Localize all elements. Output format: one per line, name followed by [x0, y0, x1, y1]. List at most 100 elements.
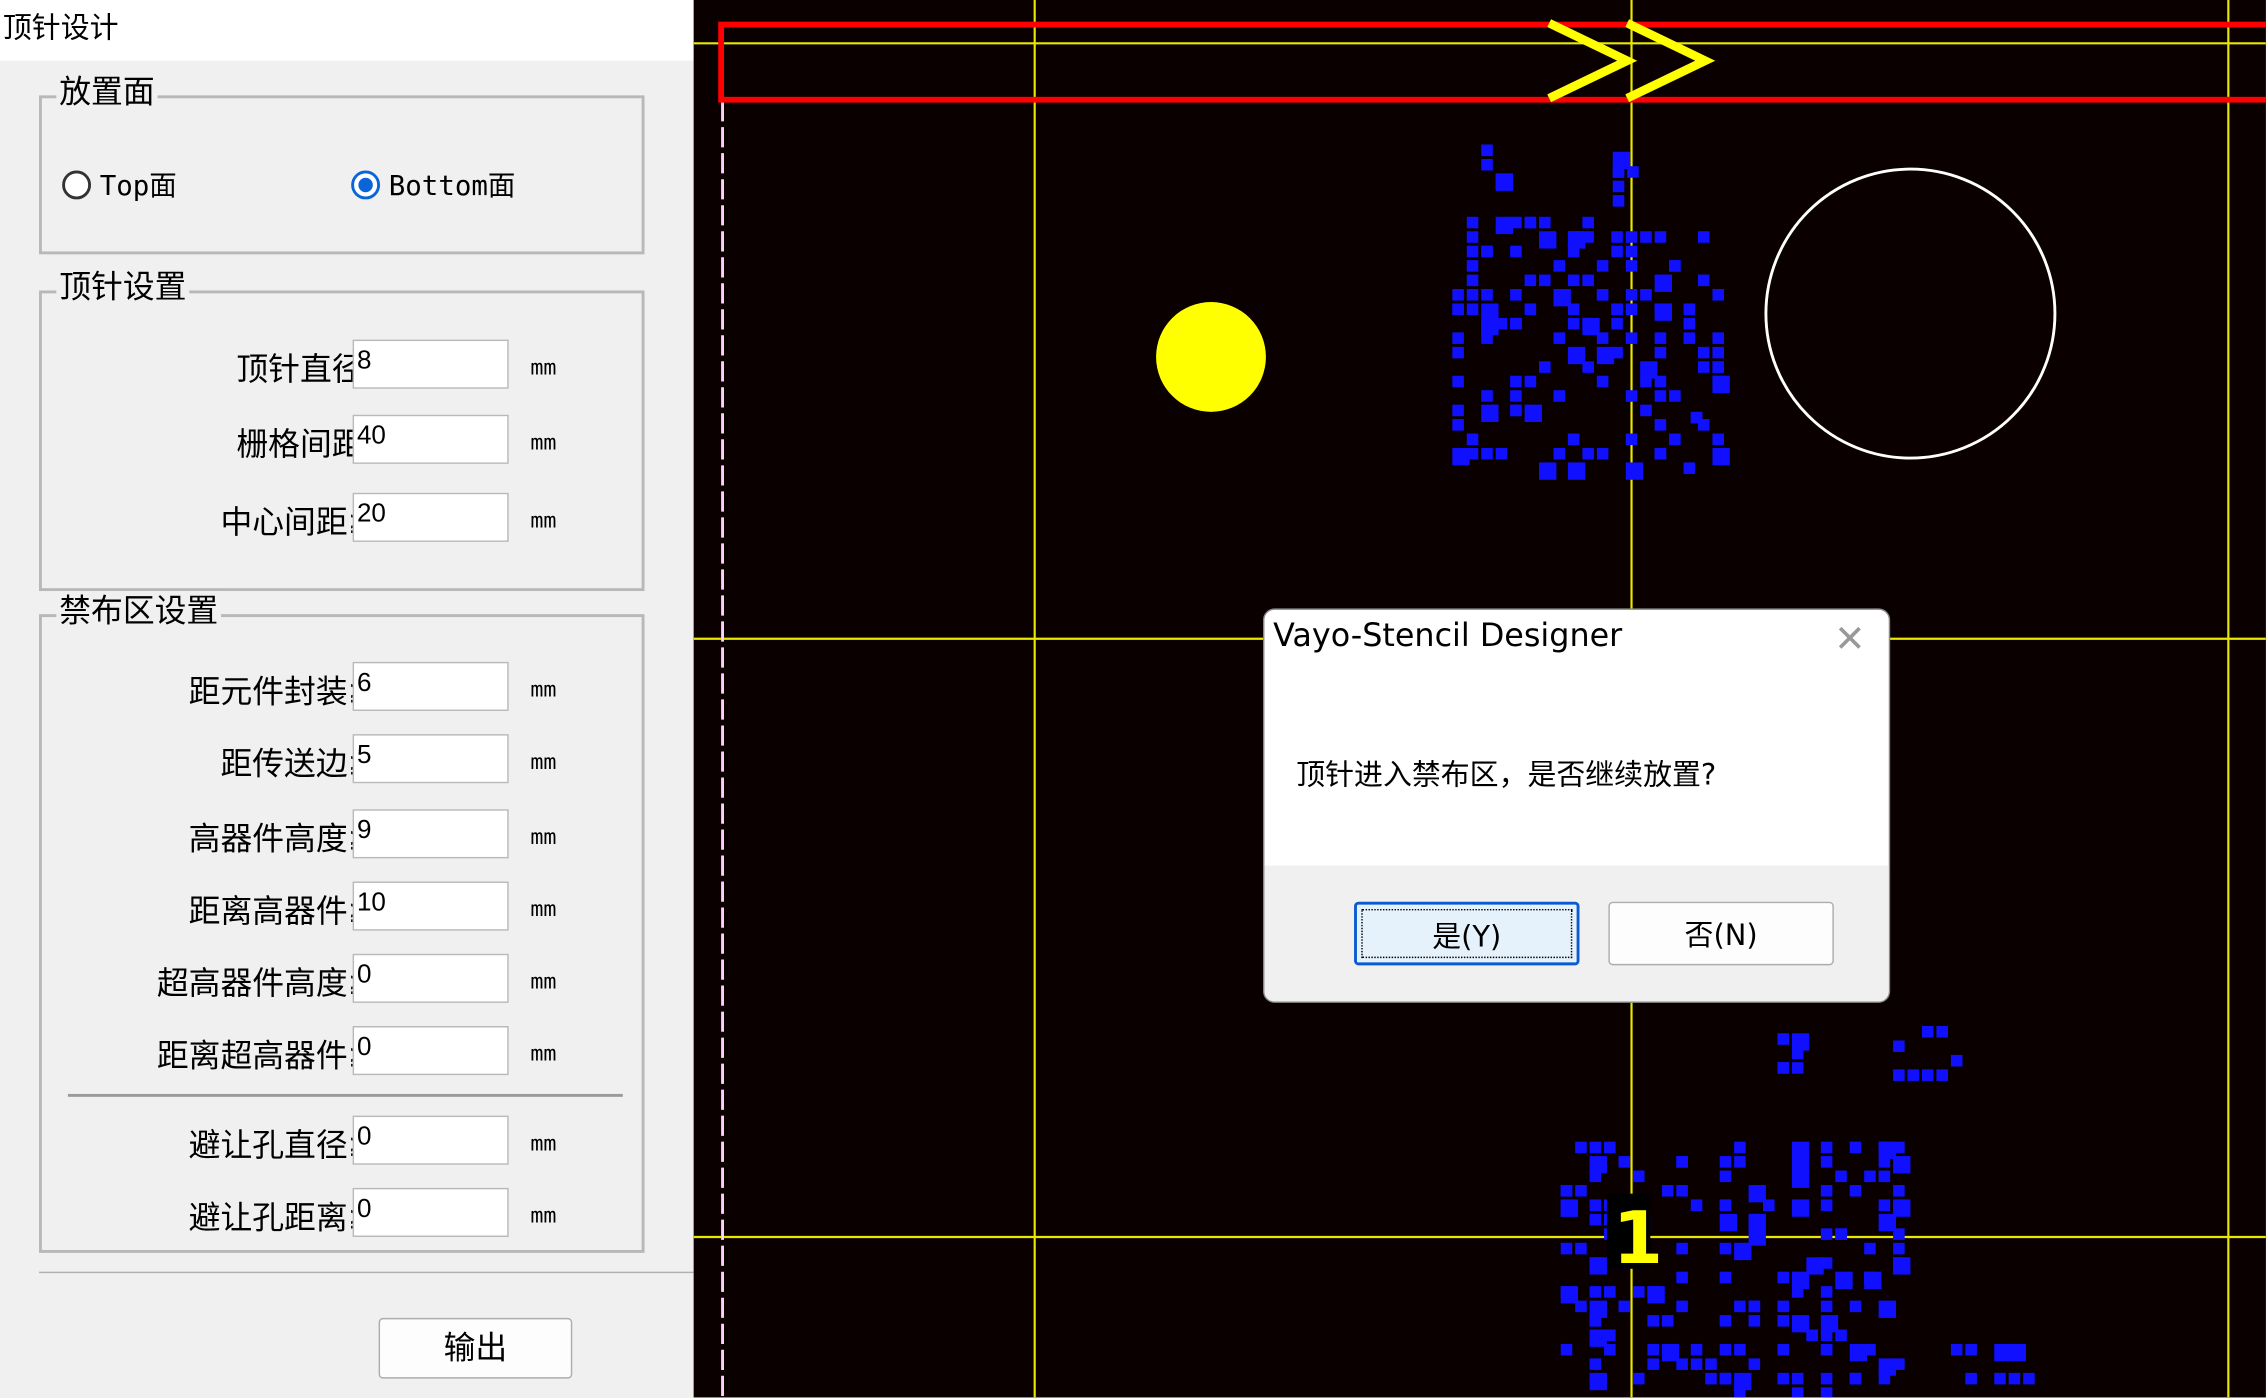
pad [1712, 361, 1725, 373]
pad [1965, 1372, 1977, 1385]
pad [1452, 404, 1464, 417]
pad [1697, 361, 1710, 373]
pad [1683, 332, 1696, 344]
pad [1567, 317, 1580, 330]
pad [1560, 1343, 1573, 1356]
pad [1777, 1062, 1790, 1074]
pad [1647, 1343, 1659, 1356]
pad [1625, 260, 1638, 272]
pad [1589, 1199, 1602, 1211]
pad [1748, 1300, 1761, 1313]
pad [1820, 1329, 1833, 1342]
hole-diameter-input[interactable]: 0 [352, 1115, 509, 1165]
pad [1820, 1286, 1833, 1298]
keepout-settings-group: 禁布区设置 距元件封装≥ 6 mm 距传送边≥ 5 mm 高器件高度≥ 9 mm… [39, 591, 645, 1253]
placed-pin[interactable] [1156, 302, 1266, 412]
pad [1705, 1372, 1717, 1385]
pad [1712, 433, 1725, 446]
pad [1878, 1372, 1891, 1385]
keepout-settings-label: 禁布区设置 [56, 591, 222, 635]
dist-tall-input[interactable]: 10 [352, 881, 509, 931]
dist-component-unit: mm [530, 676, 557, 703]
radio-top-circle[interactable] [62, 169, 92, 199]
dist-super-tall-input[interactable]: 0 [352, 1026, 509, 1076]
hole-distance-unit: mm [530, 1202, 557, 1229]
pad [1676, 1184, 1688, 1197]
pad [1806, 1329, 1818, 1342]
dist-component-input[interactable]: 6 [352, 661, 509, 711]
hole-distance-input[interactable]: 0 [352, 1187, 509, 1238]
pad [1560, 1199, 1579, 1217]
pad [1625, 433, 1638, 446]
pad [1676, 1271, 1688, 1284]
pad [1582, 274, 1594, 287]
pad [1690, 1343, 1703, 1356]
pad [1791, 1062, 1804, 1074]
pad [1820, 1156, 1833, 1168]
pad [1553, 390, 1566, 402]
pad [1582, 447, 1594, 460]
dialog-message: 顶针进入禁布区，是否继续放置? [1296, 757, 1717, 792]
grid-spacing-input[interactable]: 40 [352, 414, 509, 464]
pad [1676, 1156, 1688, 1168]
pad [1589, 1315, 1602, 1327]
pad [1654, 346, 1667, 359]
pad [1820, 1228, 1833, 1240]
pad [1589, 1257, 1607, 1275]
pad [1878, 1170, 1891, 1183]
pad [1734, 1300, 1746, 1313]
pad [1567, 346, 1586, 365]
radio-bottom-circle[interactable] [351, 169, 381, 199]
hole-distance-label: 避让孔距离≥ [188, 1200, 375, 1238]
pin-settings-label: 顶针设置 [56, 267, 190, 311]
pad [1669, 433, 1681, 446]
pad [1466, 245, 1479, 258]
pad [1640, 404, 1652, 417]
pad [1791, 1372, 1804, 1385]
super-tall-height-input[interactable]: 0 [352, 953, 509, 1003]
pad [1524, 216, 1537, 229]
dist-conveyor-input[interactable]: 5 [352, 734, 509, 784]
field-dist-component: 距元件封装≥ 6 mm [42, 661, 649, 714]
pad [1625, 462, 1644, 480]
pad [1654, 419, 1667, 431]
pad [1452, 419, 1464, 431]
field-hole-distance: 避让孔距离≥ 0 mm [42, 1187, 649, 1240]
pad [1539, 231, 1557, 249]
close-icon[interactable]: ✕ [1834, 619, 1865, 662]
pad [1878, 1199, 1891, 1211]
center-spacing-unit: mm [530, 507, 557, 534]
radio-bottom-side[interactable]: Bottom面 [351, 165, 515, 204]
yes-button[interactable]: 是(Y) [1354, 901, 1580, 966]
pad [1864, 1271, 1882, 1290]
pad [1654, 332, 1667, 344]
pad [1612, 180, 1625, 193]
pad [1777, 1372, 1790, 1385]
pad [1510, 404, 1522, 417]
pad [1994, 1372, 2006, 1385]
pad [1820, 1199, 1833, 1211]
pad [1893, 1199, 1911, 1217]
radio-top-side[interactable]: Top面 [62, 165, 177, 204]
pad [1907, 1069, 1920, 1081]
pad [1893, 1040, 1905, 1053]
pad [1611, 231, 1623, 243]
output-button[interactable]: 输出 [378, 1317, 573, 1379]
tall-height-input[interactable]: 9 [352, 809, 509, 859]
pad [1849, 1184, 1862, 1197]
pad [1734, 1141, 1746, 1154]
pad [1640, 231, 1652, 243]
pad [1625, 303, 1638, 316]
pad [1777, 1300, 1790, 1313]
dist-component-label: 距元件封装≥ [188, 674, 375, 711]
pad [1612, 195, 1625, 207]
pad [1893, 1228, 1905, 1240]
center-spacing-input[interactable]: 20 [352, 492, 509, 542]
no-button[interactable]: 否(N) [1608, 901, 1834, 966]
pad [1820, 1141, 1833, 1154]
pin-diameter-input[interactable]: 8 [352, 339, 509, 389]
pad [1806, 1257, 1824, 1275]
radio-top-label: Top面 [99, 170, 177, 203]
pad [1697, 346, 1710, 359]
pad [1763, 1199, 1775, 1211]
